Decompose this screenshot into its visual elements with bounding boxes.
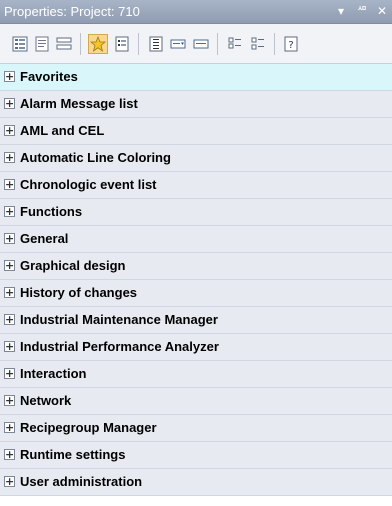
expand-plus-icon[interactable]: + (4, 71, 15, 82)
property-category-row[interactable]: + Automatic Line Coloring (0, 145, 392, 172)
property-category-row[interactable]: + Network (0, 388, 392, 415)
grouped-view-button[interactable] (54, 34, 74, 54)
close-icon[interactable]: ✕ (374, 3, 390, 19)
property-category-row[interactable]: + History of changes (0, 280, 392, 307)
favorites-star-icon (90, 36, 106, 52)
property-category-label: General (20, 231, 69, 246)
dropdown-field-icon (170, 39, 186, 49)
expand-all-icon (228, 37, 241, 49)
help-icon: ? (284, 36, 298, 52)
expand-plus-icon[interactable]: + (4, 395, 15, 406)
property-category-label: Functions (20, 204, 83, 219)
expand-plus-icon[interactable]: + (4, 152, 15, 163)
help-button[interactable]: ? (281, 34, 301, 54)
property-category-label: History of changes (20, 285, 138, 300)
property-category-label: Alarm Message list (20, 96, 138, 111)
property-category-list: + Favorites + Alarm Message list + AML and CE… (0, 64, 392, 496)
property-category-label: Favorites (20, 69, 78, 84)
property-category-row[interactable]: + AML and CEL (0, 118, 392, 145)
property-category-row[interactable]: + Functions (0, 199, 392, 226)
pin-icon[interactable]: ᄱ (354, 3, 370, 19)
property-category-row[interactable]: + Runtime settings (0, 442, 392, 469)
property-category-row[interactable]: + Industrial Maintenance Manager (0, 307, 392, 334)
property-category-label: Industrial Performance Analyzer (20, 339, 219, 354)
grouped-view-icon (56, 37, 72, 50)
property-category-label: Network (20, 393, 72, 408)
property-category-label: Automatic Line Coloring (20, 150, 171, 165)
expand-field-icon (193, 39, 209, 49)
property-category-row[interactable]: + Favorites (0, 64, 392, 91)
toolbar-separator (274, 33, 275, 55)
expand-plus-icon[interactable]: + (4, 341, 15, 352)
expand-plus-icon[interactable]: + (4, 422, 15, 433)
property-category-label: Recipegroup Manager (20, 420, 157, 435)
expand-all-button[interactable] (225, 34, 245, 54)
property-category-label: Runtime settings (20, 447, 126, 462)
property-category-label: Graphical design (20, 258, 126, 273)
property-list-button[interactable] (146, 34, 166, 54)
property-category-row[interactable]: + Alarm Message list (0, 91, 392, 118)
property-category-row[interactable]: + Recipegroup Manager (0, 415, 392, 442)
expand-plus-icon[interactable]: + (4, 179, 15, 190)
toolbar-separator (138, 33, 139, 55)
property-category-row[interactable]: + General (0, 226, 392, 253)
categorized-view-icon (12, 36, 28, 52)
property-category-row[interactable]: + Interaction (0, 361, 392, 388)
property-category-row[interactable]: + User administration (0, 469, 392, 496)
properties-page-icon (115, 36, 129, 52)
expand-plus-icon[interactable]: + (4, 476, 15, 487)
property-category-row[interactable]: + Graphical design (0, 253, 392, 280)
property-category-label: Interaction (20, 366, 87, 381)
expand-plus-icon[interactable]: + (4, 287, 15, 298)
favorites-button[interactable] (88, 34, 108, 54)
property-category-row[interactable]: + Industrial Performance Analyzer (0, 334, 392, 361)
panel-title: Properties: Project: 710 (4, 4, 140, 19)
svg-text:?: ? (288, 40, 293, 51)
alphabetical-view-button[interactable] (32, 34, 52, 54)
properties-panel: Properties: Project: 710 ▾ ᄱ ✕ ? + Favor… (0, 0, 392, 506)
property-list-icon (149, 36, 163, 52)
expand-plus-icon[interactable]: + (4, 206, 15, 217)
property-category-row[interactable]: + Chronologic event list (0, 172, 392, 199)
categorized-view-button[interactable] (10, 34, 30, 54)
panel-titlebar[interactable]: Properties: Project: 710 ▾ ᄱ ✕ (0, 0, 392, 24)
property-category-label: Industrial Maintenance Manager (20, 312, 218, 327)
property-category-label: AML and CEL (20, 123, 105, 138)
expand-plus-icon[interactable]: + (4, 233, 15, 244)
alphabetical-view-icon (35, 36, 49, 52)
expand-plus-icon[interactable]: + (4, 125, 15, 136)
expand-plus-icon[interactable]: + (4, 368, 15, 379)
expand-field-button[interactable] (191, 34, 211, 54)
expand-plus-icon[interactable]: + (4, 449, 15, 460)
property-category-label: Chronologic event list (20, 177, 157, 192)
expand-plus-icon[interactable]: + (4, 314, 15, 325)
collapse-all-button[interactable] (248, 34, 268, 54)
properties-toolbar: ? (0, 24, 392, 64)
dropdown-arrow-icon[interactable]: ▾ (333, 3, 349, 19)
toolbar-separator (80, 33, 81, 55)
toolbar-separator (217, 33, 218, 55)
properties-page-button[interactable] (112, 34, 132, 54)
collapse-all-icon (251, 37, 264, 50)
expand-plus-icon[interactable]: + (4, 260, 15, 271)
expand-plus-icon[interactable]: + (4, 98, 15, 109)
dropdown-field-button[interactable] (168, 34, 188, 54)
property-category-label: User administration (20, 474, 143, 489)
